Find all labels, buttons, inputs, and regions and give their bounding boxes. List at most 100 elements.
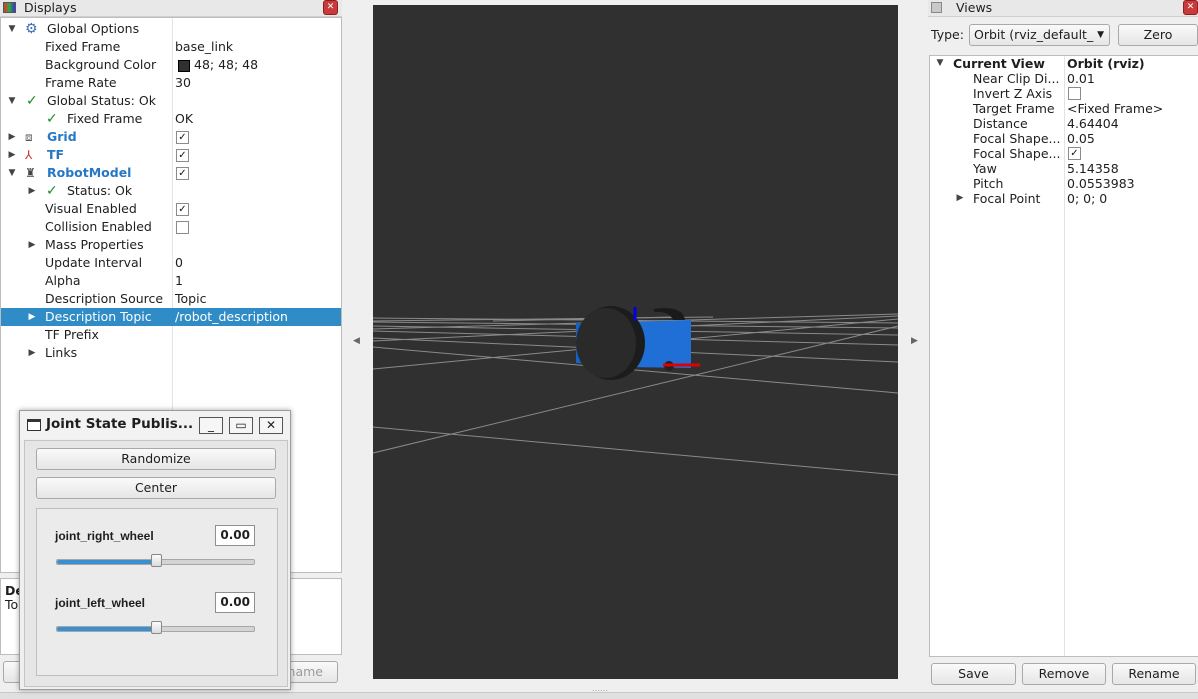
tree-row-background-color[interactable]: Background Color 48; 48; 48 — [1, 56, 341, 74]
slider-handle[interactable] — [150, 554, 162, 567]
color-swatch[interactable] — [178, 60, 190, 72]
tree-label: Visual Enabled — [45, 201, 137, 216]
view-row-focal-shape-size[interactable]: Focal Shape... 0.05 — [930, 131, 1198, 146]
tree-label: TF Prefix — [45, 327, 99, 342]
tree-row-visual-enabled[interactable]: Visual Enabled ✓ — [1, 200, 341, 218]
expand-arrow-icon[interactable]: ▶ — [7, 128, 17, 146]
tree-row-collision-enabled[interactable]: Collision Enabled — [1, 218, 341, 236]
tree-row-status-fixed-frame[interactable]: ✓ Fixed Frame OK — [1, 110, 341, 128]
view-row-target-frame[interactable]: Target Frame <Fixed Frame> — [930, 101, 1198, 116]
tree-value[interactable]: 0 — [175, 254, 183, 272]
tree-row-robotmodel-status[interactable]: ▶ ✓ Status: Ok — [1, 182, 341, 200]
views-titlebar: Views ✕ — [928, 0, 1198, 17]
tf-enabled-checkbox[interactable]: ✓ — [176, 149, 189, 162]
views-tree: ▼ Current View Orbit (rviz) Near Clip Di… — [929, 55, 1198, 657]
tree-row-links[interactable]: ▶ Links — [1, 344, 341, 362]
joint-name-left-wheel: joint_left_wheel — [55, 596, 146, 610]
view-value[interactable]: 0.05 — [1067, 131, 1095, 146]
view-value[interactable]: 0; 0; 0 — [1067, 191, 1107, 206]
close-icon[interactable]: ✕ — [259, 417, 283, 434]
slider-handle[interactable] — [150, 621, 162, 634]
view-value[interactable]: 4.64404 — [1067, 116, 1119, 131]
tree-row-tf-prefix[interactable]: TF Prefix — [1, 326, 341, 344]
tree-row-frame-rate[interactable]: Frame Rate 30 — [1, 74, 341, 92]
focal-shape-checkbox[interactable]: ✓ — [1068, 147, 1081, 160]
expand-arrow-icon[interactable]: ▶ — [27, 182, 37, 200]
expand-arrow-icon[interactable]: ▶ — [7, 146, 17, 164]
tree-row-robotmodel[interactable]: ▼ ♜ RobotModel ✓ — [1, 164, 341, 182]
resize-grip-icon[interactable]: ⋯⋯ — [592, 686, 608, 695]
expand-arrow-icon[interactable]: ▼ — [7, 164, 17, 182]
tree-row-update-interval[interactable]: Update Interval 0 — [1, 254, 341, 272]
tree-label: Description Topic — [45, 309, 152, 324]
rename-button[interactable]: Rename — [1112, 663, 1196, 685]
dialog-titlebar[interactable]: Joint State Publis... _ ▭ ✕ — [20, 411, 290, 439]
tree-value[interactable]: Topic — [175, 290, 206, 308]
view-row-near-clip[interactable]: Near Clip Di... 0.01 — [930, 71, 1198, 86]
tree-row-mass-properties[interactable]: ▶ Mass Properties — [1, 236, 341, 254]
tree-row-fixed-frame[interactable]: Fixed Frame base_link — [1, 38, 341, 56]
views-panel-icon — [931, 2, 942, 13]
displays-title: Displays — [24, 0, 77, 15]
displays-close-icon[interactable]: ✕ — [323, 0, 338, 15]
joint-right-wheel-value[interactable]: 0.00 — [215, 525, 255, 546]
view-row-yaw[interactable]: Yaw 5.14358 — [930, 161, 1198, 176]
tree-row-grid[interactable]: ▶ ⧈ Grid ✓ — [1, 128, 341, 146]
views-close-icon[interactable]: ✕ — [1183, 0, 1198, 15]
minimize-icon[interactable]: _ — [199, 417, 223, 434]
invert-z-checkbox[interactable] — [1068, 87, 1081, 100]
view-row-focal-point[interactable]: ▶ Focal Point 0; 0; 0 — [930, 191, 1198, 206]
tree-row-tf[interactable]: ▶ ⅄ TF ✓ — [1, 146, 341, 164]
tree-row-description-source[interactable]: Description Source Topic — [1, 290, 341, 308]
tree-row-global-options[interactable]: ▼ ⚙ Global Options — [1, 20, 341, 38]
view-row-invert-z[interactable]: Invert Z Axis — [930, 86, 1198, 101]
tree-label: Fixed Frame — [67, 111, 143, 126]
view-row-pitch[interactable]: Pitch 0.0553983 — [930, 176, 1198, 191]
tree-value[interactable]: 48; 48; 48 — [194, 56, 258, 74]
tree-row-alpha[interactable]: Alpha 1 — [1, 272, 341, 290]
expand-arrow-icon[interactable]: ▶ — [27, 236, 37, 254]
tree-value[interactable]: base_link — [175, 38, 233, 56]
joint-left-wheel-slider[interactable] — [56, 621, 255, 634]
grid-enabled-checkbox[interactable]: ✓ — [176, 131, 189, 144]
view-type-select[interactable]: Orbit (rviz_default_ ▼ — [969, 24, 1110, 46]
scene-svg[interactable] — [373, 5, 898, 679]
collapse-left-arrow-icon[interactable]: ◀ — [353, 336, 360, 346]
expand-arrow-icon[interactable]: ▶ — [955, 191, 965, 206]
view-row-distance[interactable]: Distance 4.64404 — [930, 116, 1198, 131]
robotmodel-enabled-checkbox[interactable]: ✓ — [176, 167, 189, 180]
view-row-focal-shape-fixed[interactable]: Focal Shape... ✓ — [930, 146, 1198, 161]
expand-arrow-icon[interactable]: ▶ — [27, 308, 37, 326]
tree-label: Alpha — [45, 273, 81, 288]
center-button[interactable]: Center — [36, 477, 276, 499]
render-viewport[interactable] — [373, 5, 898, 679]
expand-arrow-icon[interactable]: ▼ — [935, 56, 945, 71]
tree-value[interactable]: 30 — [175, 74, 191, 92]
remove-button[interactable]: Remove — [1022, 663, 1106, 685]
view-value[interactable]: 0.01 — [1067, 71, 1095, 86]
joint-left-wheel-value[interactable]: 0.00 — [215, 592, 255, 613]
view-row-current-view[interactable]: ▼ Current View Orbit (rviz) — [930, 56, 1198, 71]
randomize-button[interactable]: Randomize — [36, 448, 276, 470]
collision-enabled-checkbox[interactable] — [176, 221, 189, 234]
expand-arrow-icon[interactable]: ▶ — [27, 344, 37, 362]
zero-button[interactable]: Zero — [1118, 24, 1198, 46]
tree-value[interactable]: 1 — [175, 272, 183, 290]
tree-label: Status: Ok — [67, 183, 133, 198]
visual-enabled-checkbox[interactable]: ✓ — [176, 203, 189, 216]
joint-right-wheel-slider[interactable] — [56, 554, 255, 567]
collapse-right-arrow-icon[interactable]: ▶ — [911, 336, 918, 346]
expand-arrow-icon[interactable]: ▼ — [7, 20, 17, 38]
view-value[interactable]: 0.0553983 — [1067, 176, 1135, 191]
view-value[interactable]: 5.14358 — [1067, 161, 1119, 176]
tree-value[interactable]: /robot_description — [175, 308, 288, 326]
maximize-icon[interactable]: ▭ — [229, 417, 253, 434]
displays-titlebar: Displays ✕ — [0, 0, 342, 17]
tree-label: Links — [45, 345, 78, 360]
save-button[interactable]: Save — [931, 663, 1016, 685]
tree-value: OK — [175, 111, 194, 126]
expand-arrow-icon[interactable]: ▼ — [7, 92, 17, 110]
tree-row-description-topic[interactable]: ▶ Description Topic /robot_description — [1, 308, 341, 326]
view-value[interactable]: <Fixed Frame> — [1067, 101, 1163, 116]
tree-row-global-status[interactable]: ▼ ✓ Global Status: Ok — [1, 92, 341, 110]
